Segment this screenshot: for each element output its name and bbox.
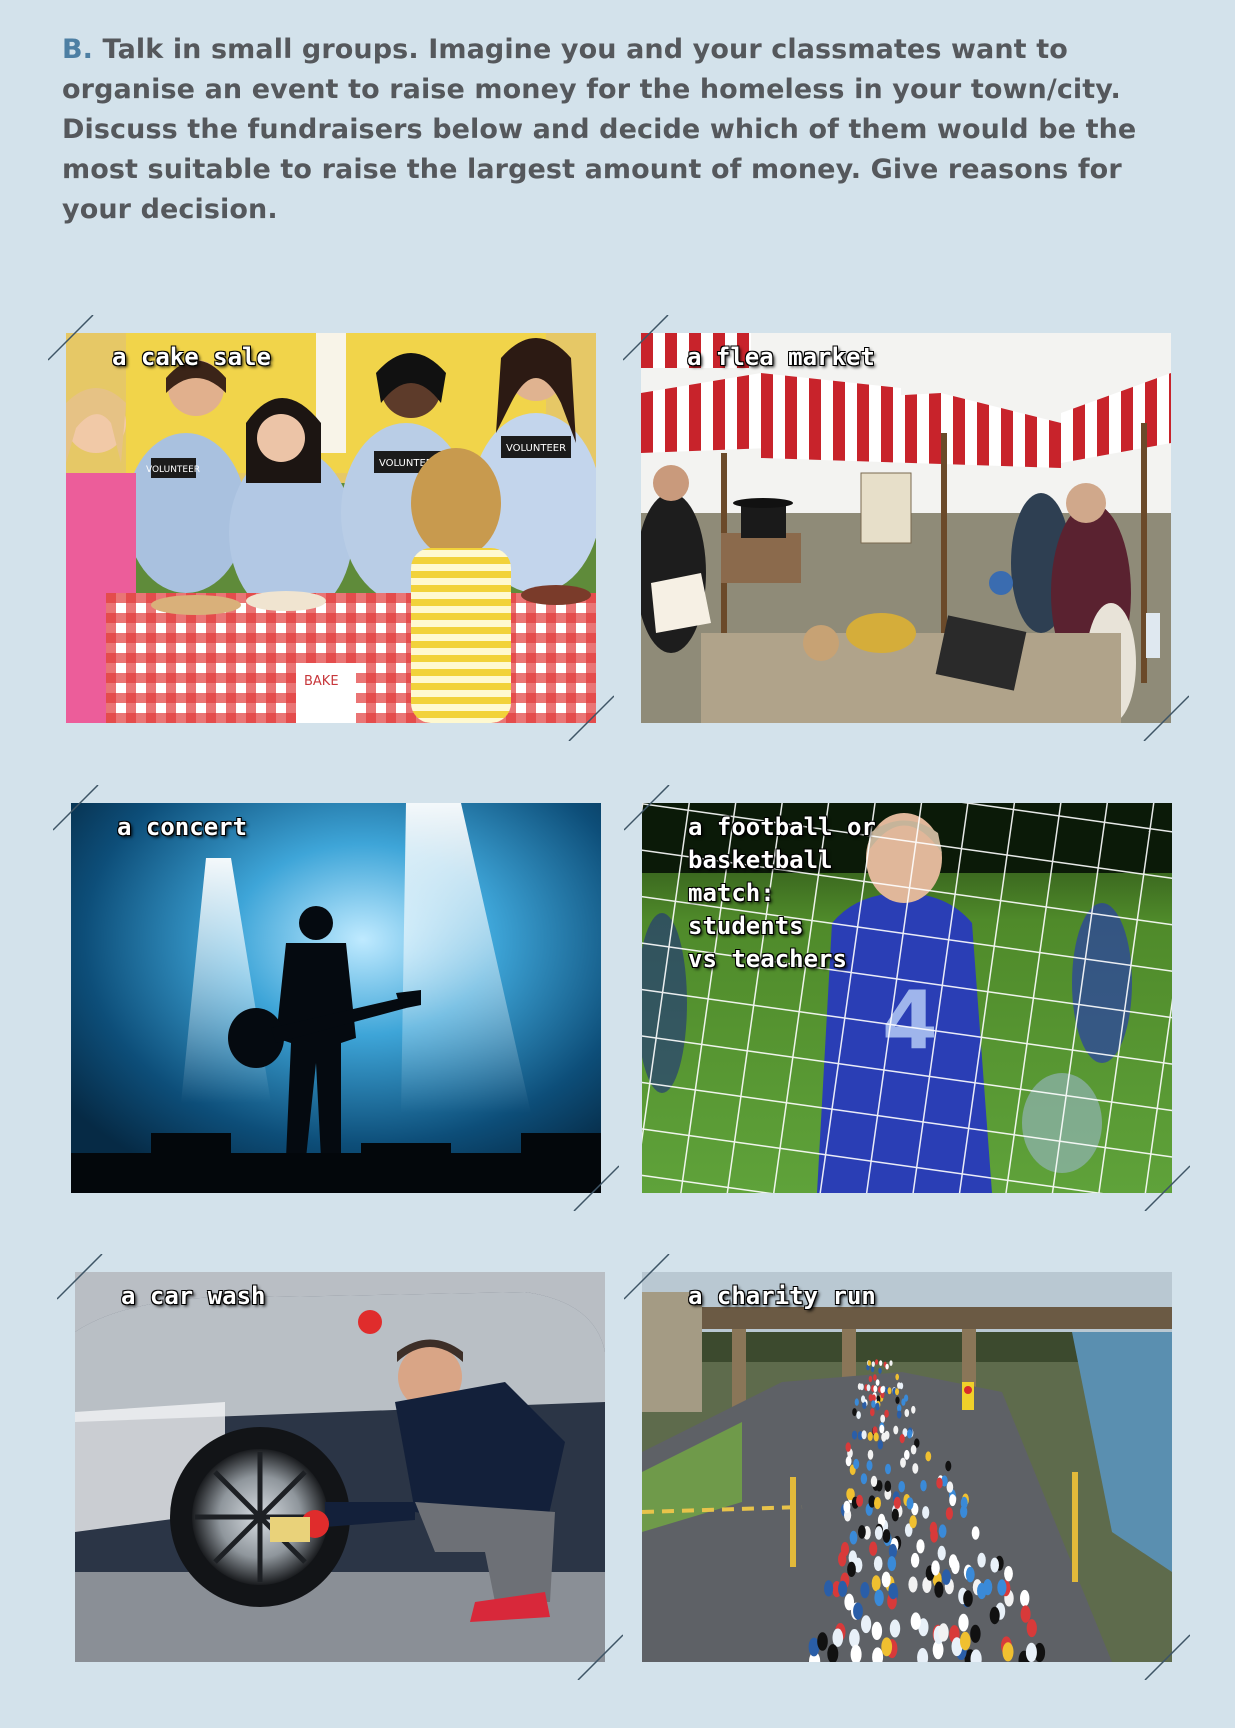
- charity-run-photo: [642, 1272, 1172, 1662]
- cake-sale-photo: VOLUNTEER VOLUNTEER VOLUNTEER BAKE: [66, 333, 596, 723]
- concert-photo: [71, 803, 601, 1193]
- card-sports-match: 4 a football or basketball match: studen…: [624, 785, 1190, 1211]
- caption-line: match:: [688, 879, 775, 907]
- car-wash-photo: [75, 1272, 605, 1662]
- caption-line: a football or: [688, 813, 876, 841]
- task-instruction: B. Talk in small groups. Imagine you and…: [62, 30, 1172, 230]
- card-caption: a car wash: [121, 1282, 266, 1310]
- card-caption: a football or basketball match: students…: [688, 811, 876, 976]
- bake-sale-sign: BAKE: [304, 674, 339, 689]
- card-car-wash: a car wash: [57, 1254, 623, 1680]
- card-charity-run: a charity run: [624, 1254, 1190, 1680]
- flea-market-photo: [641, 333, 1171, 723]
- shirt-text: VOLUNTEER: [506, 443, 566, 454]
- card-caption: a concert: [117, 813, 248, 841]
- caption-line: basketball: [688, 846, 833, 874]
- caption-line: students: [688, 912, 804, 940]
- card-caption: a charity run: [688, 1282, 876, 1310]
- card-concert: a concert: [53, 785, 619, 1211]
- shirt-text: VOLUNTEER: [146, 465, 200, 475]
- task-letter: B.: [62, 34, 94, 65]
- card-caption: a flea market: [687, 343, 875, 371]
- card-flea-market: a flea market: [623, 315, 1189, 741]
- task-text: Talk in small groups. Imagine you and yo…: [62, 34, 1137, 225]
- caption-line: vs teachers: [688, 945, 847, 973]
- card-caption: a cake sale: [112, 343, 271, 371]
- card-cake-sale: VOLUNTEER VOLUNTEER VOLUNTEER BAKE a cak…: [48, 315, 614, 741]
